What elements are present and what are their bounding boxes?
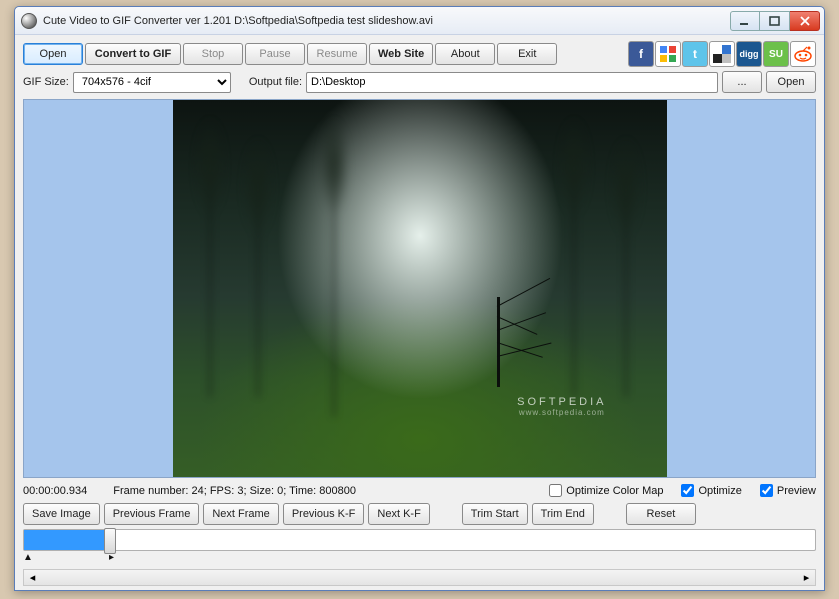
about-button[interactable]: About <box>435 43 495 65</box>
trim-end-button[interactable]: Trim End <box>532 503 594 525</box>
maximize-button[interactable] <box>760 11 790 31</box>
slider-thumb[interactable] <box>104 528 116 554</box>
scroll-right-icon[interactable]: ▸ <box>798 570 815 585</box>
marker-start-icon: ▲ <box>23 552 33 563</box>
close-button[interactable] <box>790 11 820 31</box>
app-icon <box>21 13 37 29</box>
watermark-url: www.softpedia.com <box>517 408 606 417</box>
status-row: 00:00:00.934 Frame number: 24; FPS: 3; S… <box>23 482 816 499</box>
scroll-left-icon[interactable]: ◂ <box>24 570 41 585</box>
gif-size-label: GIF Size: <box>23 76 69 88</box>
size-output-row: GIF Size: 704x576 - 4cif Output file: ..… <box>23 71 816 93</box>
marker-current-icon: ▸ <box>109 552 114 563</box>
frame-info: Frame number: 24; FPS: 3; Size: 0; Time:… <box>113 485 356 497</box>
browse-output-button[interactable]: ... <box>722 71 762 93</box>
watermark-brand: SOFTPEDIA <box>517 396 606 408</box>
output-file-input[interactable] <box>306 72 718 93</box>
facebook-icon[interactable]: f <box>628 41 654 67</box>
window-controls <box>730 11 820 31</box>
timeline-slider[interactable] <box>23 529 816 551</box>
frame-controls: Save Image Previous Frame Next Frame Pre… <box>23 503 816 525</box>
delicious-icon[interactable] <box>709 41 735 67</box>
horizontal-scrollbar[interactable]: ◂ ▸ <box>23 569 816 586</box>
optimize-colormap-check[interactable]: Optimize Color Map <box>549 484 663 497</box>
time-position: 00:00:00.934 <box>23 485 87 497</box>
previous-frame-button[interactable]: Previous Frame <box>104 503 200 525</box>
app-window: Cute Video to GIF Converter ver 1.201 D:… <box>14 6 825 591</box>
reddit-icon[interactable] <box>790 41 816 67</box>
minimize-button[interactable] <box>730 11 760 31</box>
social-links: f t digg SU <box>628 41 816 67</box>
stumbleupon-icon[interactable]: SU <box>763 41 789 67</box>
slider-fill <box>24 530 110 550</box>
twitter-icon[interactable]: t <box>682 41 708 67</box>
stop-button[interactable]: Stop <box>183 43 243 65</box>
title-bar[interactable]: Cute Video to GIF Converter ver 1.201 D:… <box>15 7 824 35</box>
window-title: Cute Video to GIF Converter ver 1.201 D:… <box>43 15 724 27</box>
reset-button[interactable]: Reset <box>626 503 696 525</box>
pause-button[interactable]: Pause <box>245 43 305 65</box>
slider-markers: ▲ ▸ <box>23 555 816 565</box>
trim-start-button[interactable]: Trim Start <box>462 503 528 525</box>
open-button[interactable]: Open <box>23 43 83 65</box>
convert-to-gif-button[interactable]: Convert to GIF <box>85 43 181 65</box>
optimize-check[interactable]: Optimize <box>681 484 741 497</box>
resume-button[interactable]: Resume <box>307 43 367 65</box>
open-output-button[interactable]: Open <box>766 71 816 93</box>
video-preview-image: SOFTPEDIA www.softpedia.com <box>173 100 667 477</box>
watermark: SOFTPEDIA www.softpedia.com <box>517 393 606 417</box>
gif-size-select[interactable]: 704x576 - 4cif <box>73 72 231 93</box>
option-checks: Optimize Color Map Optimize Preview <box>549 484 816 497</box>
preview-check[interactable]: Preview <box>760 484 816 497</box>
digg-icon[interactable]: digg <box>736 41 762 67</box>
website-button[interactable]: Web Site <box>369 43 433 65</box>
output-file-label: Output file: <box>249 76 302 88</box>
google-icon[interactable] <box>655 41 681 67</box>
preview-pane: SOFTPEDIA www.softpedia.com <box>23 99 816 478</box>
next-frame-button[interactable]: Next Frame <box>203 503 278 525</box>
main-toolbar: Open Convert to GIF Stop Pause Resume We… <box>23 41 816 67</box>
save-image-button[interactable]: Save Image <box>23 503 100 525</box>
next-keyframe-button[interactable]: Next K-F <box>368 503 429 525</box>
exit-button[interactable]: Exit <box>497 43 557 65</box>
previous-keyframe-button[interactable]: Previous K-F <box>283 503 365 525</box>
client-area: Open Convert to GIF Stop Pause Resume We… <box>15 35 824 590</box>
